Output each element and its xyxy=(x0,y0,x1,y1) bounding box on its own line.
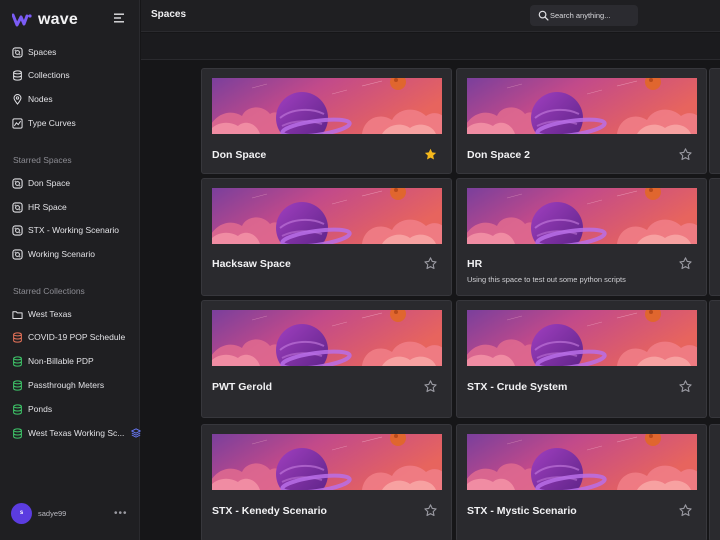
sidebar-item-label: West Texas xyxy=(28,309,72,319)
sidebar-item-nodes[interactable]: Nodes xyxy=(12,91,53,107)
space-name: Don Space xyxy=(212,149,267,161)
database-icon xyxy=(12,331,23,343)
space-card[interactable]: Don Space xyxy=(201,68,452,174)
curve-icon xyxy=(12,117,23,129)
avatar: s xyxy=(11,502,32,524)
sidebar-item-label: Type Curves xyxy=(28,118,76,128)
sidebar-item-label: Working Scenario xyxy=(28,249,95,259)
starred-space-don-space[interactable]: Don Space xyxy=(12,175,70,191)
space-card[interactable]: Don Space 2 xyxy=(456,68,707,174)
space-name: Don Space 2 xyxy=(467,149,531,161)
spaces-icon xyxy=(12,248,23,260)
spaces-icon xyxy=(12,46,23,58)
space-banner-image xyxy=(467,78,697,134)
sidebar-item-collections[interactable]: Collections xyxy=(12,67,70,83)
sidebar-item-label: Ponds xyxy=(28,404,53,414)
space-banner-image xyxy=(467,310,697,366)
database-icon xyxy=(12,69,23,81)
space-banner-image xyxy=(212,78,442,134)
folder-icon xyxy=(12,309,23,320)
space-card[interactable]: STX - Crude System xyxy=(456,300,707,418)
search-icon xyxy=(538,10,549,21)
database-icon xyxy=(12,355,23,367)
menu-toggle-icon[interactable] xyxy=(113,12,125,24)
brand-name: wave xyxy=(38,11,78,28)
star-outline-icon[interactable] xyxy=(424,257,437,270)
star-outline-icon[interactable] xyxy=(424,504,437,517)
sidebar-item-label: Spaces xyxy=(28,47,57,57)
sidebar-item-spaces[interactable]: Spaces xyxy=(12,44,56,60)
star-outline-icon[interactable] xyxy=(679,504,692,517)
space-name: Hacksaw Space xyxy=(212,258,291,270)
space-name: STX - Mystic Scenario xyxy=(467,505,577,517)
sidebar-item-label: Passthrough Meters xyxy=(28,380,105,390)
space-name: STX - Crude System xyxy=(467,381,568,393)
star-outline-icon[interactable] xyxy=(679,148,692,161)
top-bar: Spaces Search anything... xyxy=(141,0,720,32)
wave-logo-icon xyxy=(12,13,32,27)
starred-collection-ponds[interactable]: Ponds xyxy=(12,401,52,417)
space-banner-image xyxy=(467,188,697,244)
sidebar-item-label: COVID-19 POP Schedule xyxy=(28,332,126,342)
space-name: STX - Kenedy Scenario xyxy=(212,505,327,517)
sidebar-item-label: Collections xyxy=(28,70,70,80)
database-icon xyxy=(12,403,23,415)
starred-collection-west-texas[interactable]: West Texas xyxy=(12,306,72,322)
card-edge[interactable] xyxy=(709,424,720,540)
space-card[interactable]: HR Using this space to test out some pyth… xyxy=(456,178,707,296)
sidebar-item-label: STX - Working Scenario xyxy=(28,225,120,235)
space-card[interactable]: STX - Kenedy Scenario xyxy=(201,424,452,540)
starred-space-working-scenario[interactable]: Working Scenario xyxy=(12,246,95,262)
toolbar-strip xyxy=(141,33,720,60)
database-icon xyxy=(12,379,23,391)
starred-collection-west-texas-working-sc[interactable]: West Texas Working Sc... xyxy=(12,425,142,441)
starred-collection-passthrough-meters[interactable]: Passthrough Meters xyxy=(12,377,104,393)
sidebar-item-type-curves[interactable]: Type Curves xyxy=(12,115,76,131)
space-name: HR xyxy=(467,258,483,270)
space-description: Using this space to test out some python… xyxy=(467,275,626,284)
search-bar[interactable]: Search anything... xyxy=(530,5,638,26)
page-title: Spaces xyxy=(151,9,187,20)
sidebar-item-label: Non-Billable PDP xyxy=(28,356,94,366)
user-profile[interactable]: s sadye99 xyxy=(11,502,66,524)
database-icon xyxy=(12,427,23,439)
sidebar-item-label: HR Space xyxy=(28,202,67,212)
space-banner-image xyxy=(467,434,697,490)
more-options-button[interactable]: ••• xyxy=(114,508,128,519)
spaces-icon xyxy=(12,201,23,213)
spaces-icon xyxy=(12,177,23,189)
starred-space-stx-working-scenario[interactable]: STX - Working Scenario xyxy=(12,222,119,238)
starred-space-hr-space[interactable]: HR Space xyxy=(12,199,67,215)
spaces-icon xyxy=(12,224,23,236)
space-card[interactable]: Hacksaw Space xyxy=(201,178,452,296)
layers-icon xyxy=(131,428,142,438)
space-name: PWT Gerold xyxy=(212,381,273,393)
star-outline-icon[interactable] xyxy=(424,380,437,393)
sidebar-item-label: Don Space xyxy=(28,178,71,188)
pin-icon xyxy=(12,93,23,105)
star-outline-icon[interactable] xyxy=(679,257,692,270)
space-banner-image xyxy=(212,434,442,490)
space-banner-image xyxy=(212,310,442,366)
search-placeholder: Search anything... xyxy=(550,11,611,20)
space-card[interactable]: PWT Gerold xyxy=(201,300,452,418)
card-edge[interactable] xyxy=(709,68,720,174)
space-banner-image xyxy=(212,188,442,244)
card-edge[interactable] xyxy=(709,300,720,418)
starred-collection-non-billable-pdp[interactable]: Non-Billable PDP xyxy=(12,353,94,369)
sidebar: wave Spaces Collections Nodes Type Curves St… xyxy=(0,0,142,540)
sidebar-item-label: West Texas Working Sc... xyxy=(28,428,125,438)
starred-collection-covid-19-pop-schedule[interactable]: COVID-19 POP Schedule xyxy=(12,329,125,345)
starred-collections-heading: Starred Collections xyxy=(13,286,85,296)
star-filled-icon[interactable] xyxy=(424,148,437,161)
star-outline-icon[interactable] xyxy=(679,380,692,393)
card-edge[interactable] xyxy=(709,178,720,296)
username: sadye99 xyxy=(38,508,67,518)
sidebar-item-label: Nodes xyxy=(28,94,53,104)
brand[interactable]: wave xyxy=(12,10,78,30)
starred-spaces-heading: Starred Spaces xyxy=(13,155,72,165)
space-card[interactable]: STX - Mystic Scenario xyxy=(456,424,707,540)
